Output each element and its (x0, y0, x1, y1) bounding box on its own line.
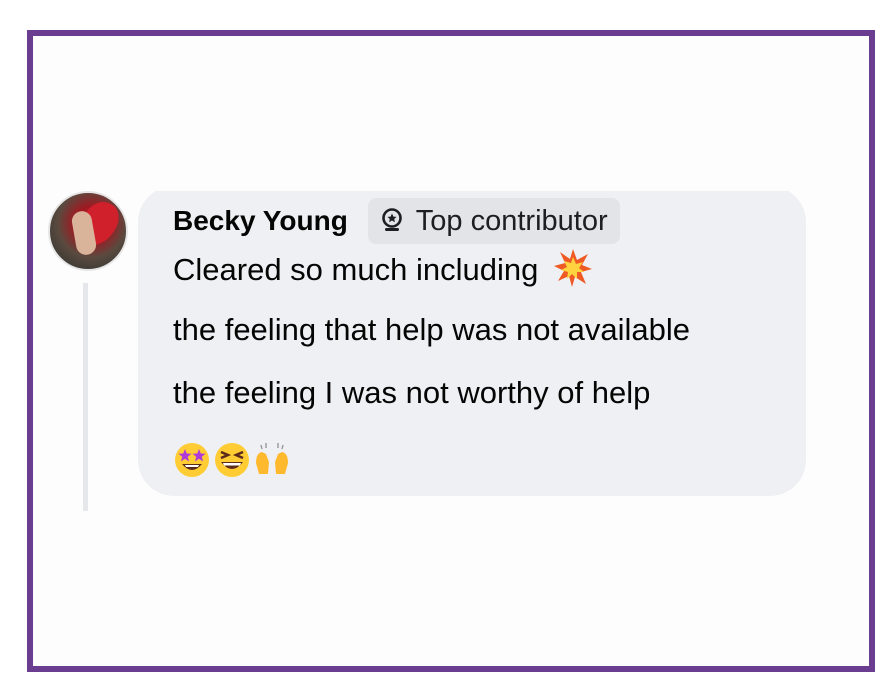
author-name[interactable]: Becky Young (173, 204, 348, 238)
badge-label: Top contributor (415, 204, 608, 237)
comment-bubble: Becky Young Top contributor Cleared so m… (138, 191, 806, 496)
comment-line-3: the feeling I was not worthy of help (173, 375, 651, 410)
top-contributor-badge[interactable]: Top contributor (367, 198, 620, 244)
author-row: Becky Young Top contributor (173, 198, 620, 244)
comment-text-line-1: Cleared so much including (173, 248, 593, 288)
thread-connector-line (83, 283, 88, 511)
screenshot-frame: Becky Young Top contributor Cleared so m… (27, 30, 875, 672)
emoji-row (173, 441, 291, 479)
avatar[interactable] (48, 191, 128, 271)
comment-thread: Becky Young Top contributor Cleared so m… (33, 191, 869, 511)
star-struck-emoji-icon (175, 443, 209, 477)
raising-hands-emoji-icon (256, 443, 288, 474)
comment-line-2: the feeling that help was not available (173, 312, 691, 347)
laughing-emoji-icon (215, 443, 249, 477)
collision-emoji-icon (553, 249, 592, 287)
comment-line-1: Cleared so much including (173, 252, 539, 287)
award-icon (381, 208, 402, 231)
